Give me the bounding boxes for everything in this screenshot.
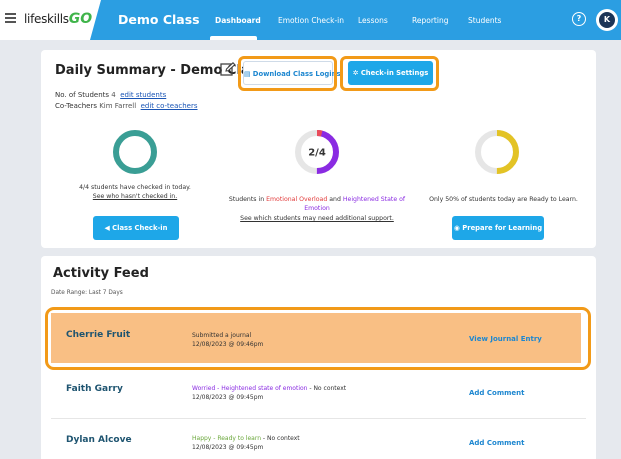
highlight-settings <box>340 56 439 91</box>
edit-coteachers-link[interactable]: edit co-teachers <box>141 102 198 110</box>
feed-row-faith-garry[interactable]: Faith Garry Worried - Heightened state o… <box>51 374 581 414</box>
top-bar: lifeskillsGO Demo Class Dashboard Emotio… <box>0 0 621 40</box>
coteachers-line: Co-Teachers Kim Farrell edit co-teachers <box>55 102 198 110</box>
edit-students-link[interactable]: edit students <box>120 91 166 99</box>
play-circle-icon: ◉ <box>453 224 463 232</box>
highlight-row <box>45 307 591 370</box>
help-icon[interactable]: ? <box>572 12 586 26</box>
row-divider <box>51 418 586 419</box>
student-name[interactable]: Faith Garry <box>66 384 123 394</box>
activity-description: Happy - Ready to learn - No context 12/0… <box>192 435 300 451</box>
hamburger-menu-icon[interactable] <box>5 13 16 23</box>
nav-emotion-check-in[interactable]: Emotion Check-in <box>278 16 344 25</box>
nav-students[interactable]: Students <box>468 16 501 25</box>
megaphone-icon: ◀ <box>104 224 113 232</box>
nav-active-indicator <box>210 36 257 40</box>
app-logo[interactable]: lifeskillsGO <box>24 11 92 27</box>
students-count-line: No. of Students 4 edit students <box>55 91 167 99</box>
feed-title: Activity Feed <box>53 266 149 281</box>
date-range: Date Range: Last 7 Days <box>51 290 123 296</box>
daily-summary-card: Daily Summary - Demo Class ▤ Download Cl… <box>41 50 596 248</box>
student-name[interactable]: Dylan Alcove <box>66 435 132 445</box>
feed-row-dylan-alcove[interactable]: Dylan Alcove Happy - Ready to learn - No… <box>51 425 581 459</box>
edit-icon[interactable] <box>220 62 236 76</box>
add-comment-link[interactable]: Add Comment <box>469 439 525 447</box>
highlight-download <box>238 56 337 91</box>
nav-dashboard[interactable]: Dashboard <box>215 16 261 25</box>
user-avatar[interactable]: K <box>596 9 618 31</box>
class-name[interactable]: Demo Class <box>118 12 200 27</box>
activity-feed-card: Activity Feed Date Range: Last 7 Days Ch… <box>41 256 596 459</box>
checked-in-ring <box>113 130 157 174</box>
overload-ring-value: 2/4 <box>308 148 326 159</box>
ready-to-learn-text: Only 50% of students today are Ready to … <box>429 196 578 203</box>
class-check-in-button[interactable]: ◀ Class Check-in <box>93 216 179 240</box>
prepare-for-learning-button[interactable]: ◉ Prepare for Learning <box>452 216 544 240</box>
who-not-checked-in-link[interactable]: See who hasn't checked in. <box>59 192 211 201</box>
overload-text: Students in Emotional Overload and Heigh… <box>228 196 406 212</box>
nav-lessons[interactable]: Lessons <box>358 16 388 25</box>
emotional-overload-ring: 2/4 <box>295 130 339 174</box>
checked-in-text: 4/4 students have checked in today. <box>79 184 191 191</box>
activity-description: Worried - Heightened state of emotion - … <box>192 385 347 401</box>
support-needed-link[interactable]: See which students may need additional s… <box>227 214 407 223</box>
ready-to-learn-ring <box>475 130 519 174</box>
checked-in-ring-fill <box>113 130 157 174</box>
avatar-initial: K <box>599 12 615 28</box>
nav-reporting[interactable]: Reporting <box>412 16 448 25</box>
add-comment-link[interactable]: Add Comment <box>469 389 525 397</box>
